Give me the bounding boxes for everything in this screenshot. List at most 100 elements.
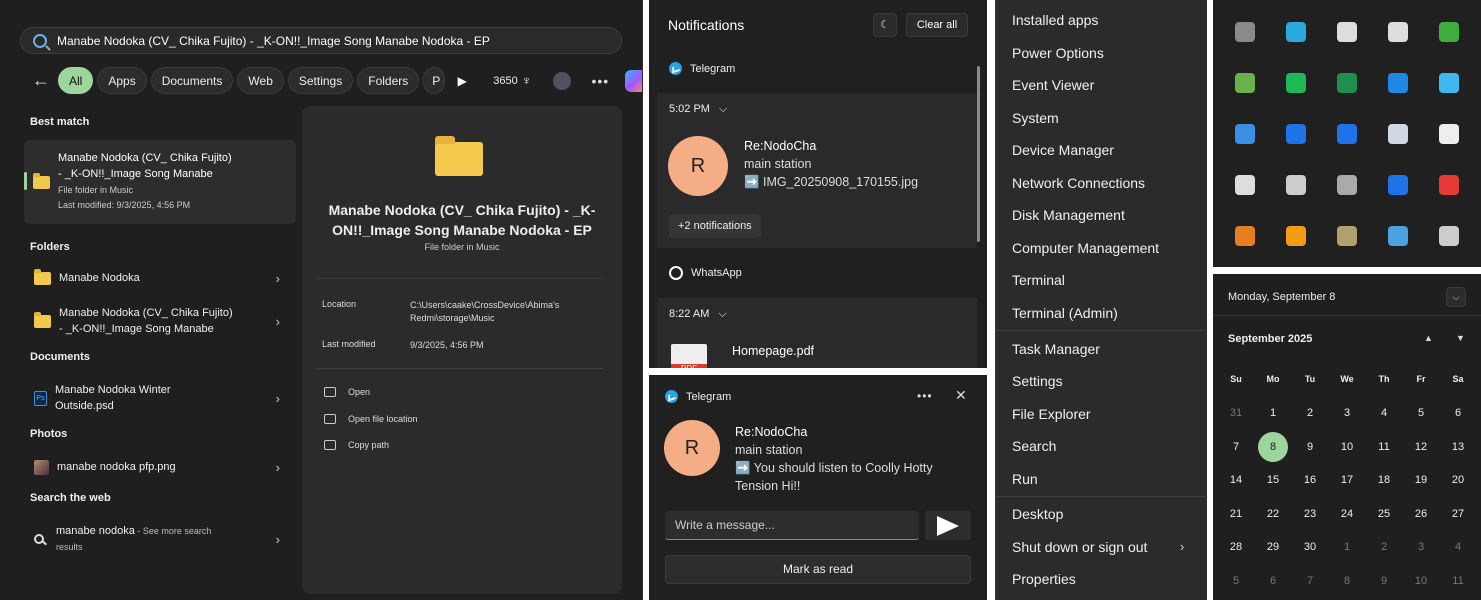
calendar-day[interactable]: 1 [1258, 398, 1288, 428]
chevron-right-icon[interactable]: › [276, 271, 280, 286]
chevron-down-icon[interactable]: ⌵ [1446, 287, 1466, 307]
photo-result[interactable]: manabe nodoka pfp.png › [24, 459, 296, 475]
menu-device-manager[interactable]: Device Manager [1012, 142, 1114, 158]
yahoo-icon[interactable] [1388, 22, 1408, 42]
calendar-day[interactable]: 24 [1332, 499, 1362, 529]
web-result[interactable]: manabe nodoka - See more search results … [24, 523, 296, 555]
excel-icon[interactable] [1337, 73, 1357, 93]
app-icon[interactable] [1235, 22, 1255, 42]
menu-run[interactable]: Run [1012, 471, 1038, 487]
menu-power-options[interactable]: Power Options [1012, 45, 1104, 61]
calendar-day[interactable]: 4 [1369, 398, 1399, 428]
menu-installed-apps[interactable]: Installed apps [1012, 12, 1098, 28]
copy-path-action[interactable]: Copy path [324, 440, 389, 450]
filter-documents[interactable]: Documents [150, 67, 234, 94]
steam-icon[interactable] [1388, 124, 1408, 144]
calendar-day[interactable]: 11 [1369, 432, 1399, 462]
more-filters-arrow-icon[interactable]: ▶ [449, 74, 475, 88]
filter-all[interactable]: All [58, 67, 94, 94]
menu-event-viewer[interactable]: Event Viewer [1012, 77, 1094, 93]
calendar-day[interactable]: 8 [1332, 566, 1362, 596]
defender-icon[interactable] [1388, 73, 1408, 93]
calendar-day[interactable]: 10 [1406, 566, 1436, 596]
menu-task-manager[interactable]: Task Manager [1012, 341, 1100, 357]
key-icon[interactable] [1235, 226, 1255, 246]
calendar-day[interactable]: 2 [1369, 532, 1399, 562]
back-arrow-icon[interactable]: ← [28, 70, 54, 91]
calendar-day[interactable]: 17 [1332, 465, 1362, 495]
calendar-day[interactable]: 6 [1443, 398, 1473, 428]
nvidia-icon[interactable] [1235, 73, 1255, 93]
bluetooth-icon[interactable] [1286, 124, 1306, 144]
folder-result-2[interactable]: Manabe Nodoka (CV_ Chika Fujito) - _K-ON… [24, 305, 296, 337]
chevron-right-icon[interactable]: › [276, 391, 280, 406]
calendar-day[interactable]: 9 [1369, 566, 1399, 596]
calendar-day[interactable]: 2 [1295, 398, 1325, 428]
telegram-notification[interactable]: 5:02 PM ⌵ R Re:NodoCha main station ➡️ I… [657, 93, 977, 248]
rewards-points[interactable]: 3650 ♆ [493, 73, 531, 88]
calendar-day[interactable]: 15 [1258, 465, 1288, 495]
next-month-icon[interactable]: ▼ [1456, 333, 1465, 343]
more-options-icon[interactable]: ••• [591, 73, 609, 89]
calendar-day[interactable]: 12 [1406, 432, 1436, 462]
mark-as-read-button[interactable]: Mark as read [665, 555, 971, 584]
send-icon[interactable] [925, 511, 971, 540]
previous-month-icon[interactable]: ▲ [1424, 333, 1433, 343]
calendar-month[interactable]: September 2025 [1228, 333, 1312, 345]
calendar-day[interactable]: 22 [1258, 499, 1288, 529]
menu-file-explorer[interactable]: File Explorer [1012, 406, 1091, 422]
calendar-day[interactable]: 5 [1406, 398, 1436, 428]
calendar-day[interactable]: 7 [1295, 566, 1325, 596]
calendar-day[interactable]: 21 [1221, 499, 1251, 529]
notification-time[interactable]: 5:02 PM ⌵ [669, 103, 727, 116]
menu-settings[interactable]: Settings [1012, 373, 1063, 389]
play-icon[interactable] [1439, 22, 1459, 42]
menu-search[interactable]: Search [1012, 438, 1056, 454]
reply-input[interactable]: Write a message... [665, 511, 919, 540]
filter-photos[interactable]: P [423, 67, 446, 94]
notification-time[interactable]: 8:22 AM ⌵ [669, 308, 727, 321]
virtual-desktop-icon[interactable] [1337, 124, 1357, 144]
edge-dev-icon[interactable] [1286, 22, 1306, 42]
calendar-day[interactable]: 16 [1295, 465, 1325, 495]
calendar-day[interactable]: 7 [1221, 432, 1251, 462]
calendar-day[interactable]: 4 [1443, 532, 1473, 562]
calendar-day[interactable]: 26 [1406, 499, 1436, 529]
calendar-day[interactable]: 23 [1295, 499, 1325, 529]
close-icon[interactable]: ✕ [955, 387, 967, 404]
folder-result-1[interactable]: Manabe Nodoka › [24, 268, 296, 286]
menu-system[interactable]: System [1012, 110, 1059, 126]
calendar-day[interactable]: 31 [1221, 398, 1251, 428]
menu-computer-management[interactable]: Computer Management [1012, 240, 1159, 256]
menu-disk-management[interactable]: Disk Management [1012, 207, 1125, 223]
calendar-day[interactable]: 25 [1369, 499, 1399, 529]
menu-shutdown[interactable]: Shut down or sign out [1012, 539, 1147, 555]
document-result[interactable]: Ps Manabe Nodoka Winter Outside.psd › [24, 382, 296, 414]
best-match-item[interactable]: Manabe Nodoka (CV_ Chika Fujito) - _K-ON… [24, 140, 296, 224]
camera-icon[interactable] [1337, 175, 1357, 195]
menu-properties[interactable]: Properties [1012, 571, 1076, 587]
calendar-day[interactable]: 1 [1332, 532, 1362, 562]
calendar-day[interactable]: 13 [1443, 432, 1473, 462]
open-action[interactable]: Open [324, 387, 370, 397]
chevron-right-icon[interactable]: › [1180, 539, 1184, 554]
bars-icon[interactable] [1439, 175, 1459, 195]
screen-icon[interactable] [1337, 226, 1357, 246]
calendar-day[interactable]: 28 [1221, 532, 1251, 562]
calendar-day[interactable]: 29 [1258, 532, 1288, 562]
filter-web[interactable]: Web [237, 67, 284, 94]
spotify-icon[interactable] [1286, 73, 1306, 93]
menu-terminal-admin[interactable]: Terminal (Admin) [1012, 305, 1118, 321]
calendar-day[interactable]: 9 [1295, 432, 1325, 462]
explorer-icon[interactable] [1235, 124, 1255, 144]
clear-all-button[interactable]: Clear all [906, 13, 968, 37]
chevron-right-icon[interactable]: › [276, 460, 280, 475]
chevron-right-icon[interactable]: › [276, 314, 280, 329]
calendar-day[interactable]: 3 [1332, 398, 1362, 428]
scrollbar[interactable] [977, 66, 980, 242]
filter-settings[interactable]: Settings [287, 67, 354, 94]
calendar-day[interactable]: 18 [1369, 465, 1399, 495]
window-icon[interactable] [1439, 73, 1459, 93]
menu-terminal[interactable]: Terminal [1012, 272, 1065, 288]
cursor-icon[interactable] [1439, 124, 1459, 144]
